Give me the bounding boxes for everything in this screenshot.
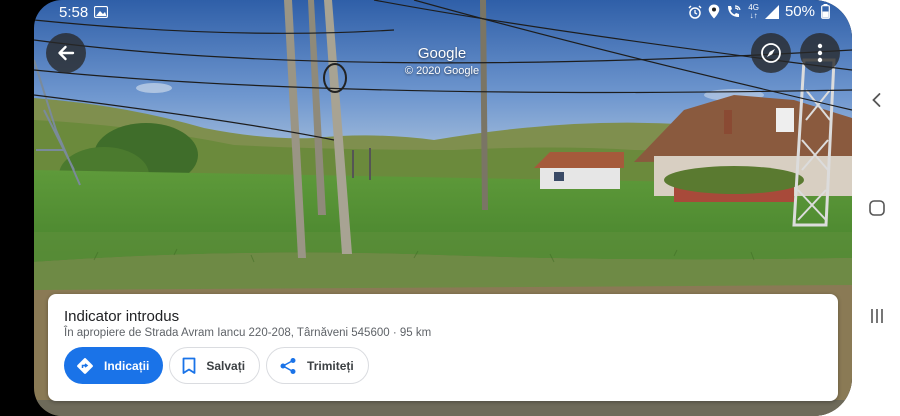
phone-screen: 5:58 4G ↓↑ 50% Google © 2020 Google Indi… bbox=[0, 0, 852, 416]
share-icon bbox=[280, 357, 296, 374]
network-type-indicator: 4G ↓↑ bbox=[748, 3, 759, 20]
status-icons: 4G ↓↑ 50% bbox=[688, 3, 830, 20]
share-button[interactable]: Trimiteți bbox=[266, 347, 369, 384]
bookmark-icon bbox=[182, 357, 196, 374]
battery-icon bbox=[821, 4, 830, 19]
status-bar: 5:58 4G ↓↑ 50% bbox=[34, 0, 852, 26]
location-icon bbox=[708, 4, 720, 19]
directions-button[interactable]: Indicații bbox=[64, 347, 164, 384]
alarm-icon bbox=[688, 5, 702, 19]
back-arrow-icon bbox=[58, 45, 75, 61]
copyright-text: © 2020 Google bbox=[404, 65, 480, 77]
gallery-notification-icon bbox=[94, 6, 108, 18]
place-info-card[interactable]: Indicator introdus În apropiere de Strad… bbox=[48, 294, 838, 401]
back-button[interactable] bbox=[46, 33, 86, 73]
place-address: În apropiere de Strada Avram Iancu 220-2… bbox=[64, 327, 432, 339]
wifi-call-icon bbox=[728, 5, 741, 17]
battery-percent: 50% bbox=[784, 3, 815, 20]
system-navigation-bar bbox=[852, 0, 900, 416]
place-title: Indicator introdus bbox=[64, 308, 180, 325]
nav-back-icon[interactable] bbox=[868, 91, 886, 109]
save-button[interactable]: Salvați bbox=[169, 347, 261, 384]
nav-recents-icon[interactable] bbox=[868, 307, 886, 325]
card-actions: Indicații Salvați Trimiteți bbox=[64, 347, 369, 384]
save-label: Salvați bbox=[206, 358, 246, 373]
more-options-button[interactable] bbox=[800, 33, 840, 73]
google-title: Google bbox=[417, 45, 467, 62]
nav-home-icon[interactable] bbox=[868, 199, 886, 217]
compass-button[interactable] bbox=[751, 33, 791, 73]
compass-icon bbox=[761, 43, 781, 63]
status-time: 5:58 bbox=[59, 4, 89, 21]
network-activity-label: ↓↑ bbox=[749, 10, 758, 20]
imagery-attribution: Google © 2020 Google bbox=[342, 45, 542, 78]
directions-label: Indicații bbox=[104, 358, 150, 373]
share-label: Trimiteți bbox=[307, 358, 354, 373]
directions-icon bbox=[77, 357, 93, 374]
more-vert-icon bbox=[817, 43, 823, 63]
signal-icon bbox=[764, 4, 779, 19]
